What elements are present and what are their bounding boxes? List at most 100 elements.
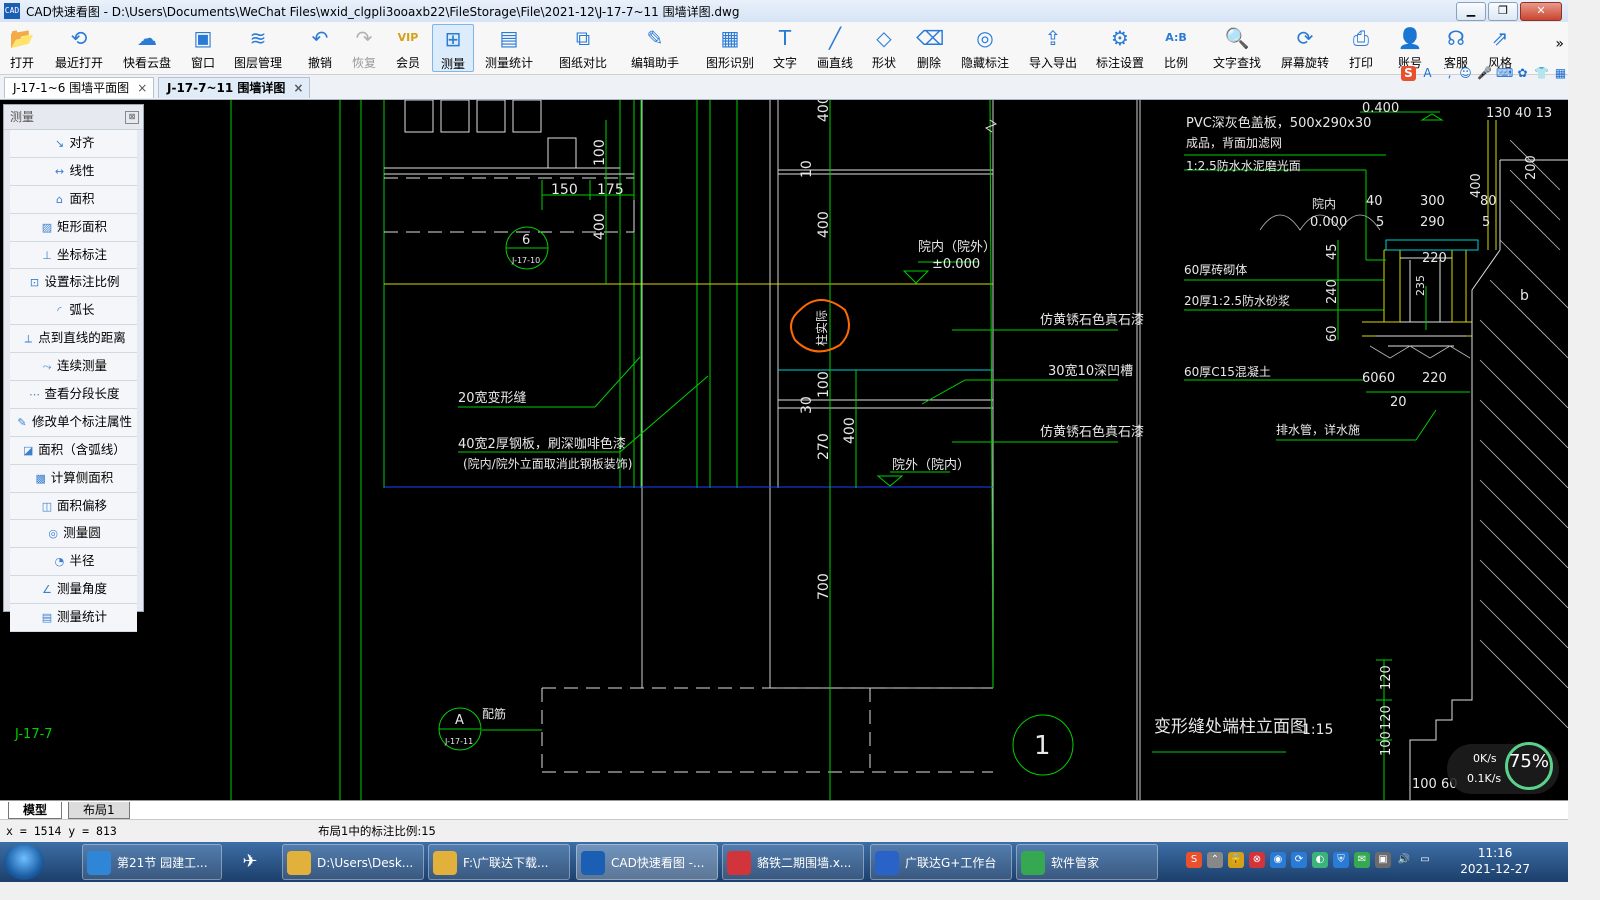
measure-tool-item[interactable]: ◎ 测量圆: [10, 520, 137, 549]
keyboard-icon[interactable]: ⌨: [1496, 66, 1513, 81]
display-icon[interactable]: ▭: [1417, 852, 1433, 868]
maximize-button[interactable]: ❐: [1488, 2, 1518, 21]
measure-tool-item[interactable]: ∠ 测量角度: [10, 576, 137, 605]
antivirus-icon[interactable]: ⊗: [1249, 852, 1265, 868]
pinned-app-foxmail-icon[interactable]: ✈: [230, 845, 270, 879]
measure-tool-label: 计算侧面积: [50, 469, 114, 485]
toolbar-label: 文字: [772, 56, 797, 70]
browser-tray-icon[interactable]: ◉: [1270, 852, 1286, 868]
toolbar-button-cloud[interactable]: ☁ 快看云盘: [118, 24, 176, 72]
toolbar-button-line[interactable]: ╱ 画直线: [812, 24, 858, 72]
measure-tool-item[interactable]: ▩ 计算侧面积: [10, 464, 137, 493]
measure-tool-item[interactable]: ⋯ 查看分段长度: [10, 381, 137, 409]
taskbar-task[interactable]: CAD快速看图 -...: [576, 844, 718, 880]
elevation-title: 变形缝处端柱立面图: [1154, 717, 1307, 737]
cad-drawing-canvas[interactable]: 400 10 400 100 150 175 400 100 30 270 40…: [0, 100, 1568, 800]
taskbar-task[interactable]: 貉铁二期围墙.x...: [722, 844, 864, 880]
tab-layout-1[interactable]: 布局1: [68, 802, 130, 819]
start-button[interactable]: [4, 844, 44, 880]
toolbar-button-text-search[interactable]: 🔍 文字查找: [1208, 24, 1266, 72]
tab-close-icon[interactable]: ×: [293, 81, 303, 95]
toolbar-button-import-export[interactable]: ⇪ 导入导出: [1024, 24, 1082, 72]
sogou-tray-icon[interactable]: S: [1186, 852, 1202, 868]
clock[interactable]: 11:16 2021-12-27: [1460, 845, 1530, 877]
toolbar-button-annotation-settings[interactable]: ⚙ 标注设置: [1092, 24, 1148, 72]
tab-close-icon[interactable]: ×: [137, 81, 147, 95]
minimize-button[interactable]: ▁: [1456, 2, 1486, 21]
shield-icon[interactable]: ⛨: [1333, 852, 1349, 868]
style-icon: ⇗: [1491, 26, 1509, 50]
toolbar-button-scale[interactable]: A:B 比例: [1156, 24, 1196, 72]
toolbar-button-shape-recognition[interactable]: ▦ 图形识别: [700, 24, 760, 72]
measure-tool-item[interactable]: ↔ 线性: [10, 157, 137, 186]
wechat-icon[interactable]: ✉: [1354, 852, 1370, 868]
measure-tool-item[interactable]: ⊡ 设置标注比例: [10, 269, 137, 298]
taskbar-task[interactable]: F:\广联达下载...: [428, 844, 570, 880]
toolbar-button-compare[interactable]: ⧉ 图纸对比: [554, 24, 612, 72]
toolbar-button-folder-open[interactable]: 📂 打开: [2, 24, 42, 72]
toolbar-button-eraser[interactable]: ⌫ 删除: [908, 24, 950, 72]
shirt-icon[interactable]: 👕: [1534, 66, 1549, 81]
toolbar-button-layers[interactable]: ≋ 图层管理: [228, 24, 288, 72]
grid-icon[interactable]: ▦: [1553, 66, 1568, 81]
measure-tool-item[interactable]: ↘ 对齐: [10, 130, 137, 158]
taskbar-task[interactable]: D:\Users\Desk...: [282, 844, 424, 880]
tab-model[interactable]: 模型: [8, 802, 63, 819]
taskbar-task[interactable]: 软件管家: [1016, 844, 1158, 880]
tray-arrow-icon[interactable]: ⌃: [1207, 852, 1223, 868]
cad-drawing[interactable]: 400 10 400 100 150 175 400 100 30 270 40…: [0, 100, 1568, 800]
toolbar-button-account[interactable]: 👤 账号: [1390, 24, 1430, 72]
level-bottom-label: 院外（院内）: [892, 457, 970, 473]
toolbar-button-undo[interactable]: ↶ 撤销: [300, 24, 340, 72]
measure-tool-item[interactable]: ⊥ 坐标标注: [10, 241, 137, 270]
toolbar-button-hide-annotation[interactable]: ◎ 隐藏标注: [956, 24, 1014, 72]
measure-tool-item[interactable]: ◔ 半径: [10, 548, 137, 577]
toolbar-button-text[interactable]: T 文字: [766, 24, 804, 72]
network-tray-icon[interactable]: ◐: [1312, 852, 1328, 868]
sogou-ime-icon[interactable]: S: [1401, 66, 1416, 81]
toolbar-button-shape[interactable]: ◇ 形状: [862, 24, 906, 72]
toolbar-button-support[interactable]: ☊ 客服: [1436, 24, 1476, 72]
toolbar-button-measure-stats[interactable]: ▤ 测量统计: [480, 24, 538, 72]
taskbar-task[interactable]: 广联达G+工作台: [870, 844, 1012, 880]
nvidia-icon[interactable]: ▣: [1375, 852, 1391, 868]
measure-tool-item[interactable]: ◜ 弧长: [10, 297, 137, 326]
measure-tool-item[interactable]: ▨ 矩形面积: [10, 213, 137, 242]
panel-pin-icon[interactable]: ⊠: [125, 111, 139, 124]
measure-tool-item[interactable]: ✎ 修改单个标注属性: [10, 408, 137, 437]
measure-tool-item[interactable]: ▤ 测量统计: [10, 604, 137, 633]
toolbar-button-edit-assistant[interactable]: ✎ 编辑助手: [626, 24, 684, 72]
toolbar-button-redo[interactable]: ↷ 恢复: [344, 24, 384, 72]
toolbar-label: 导入导出: [1028, 56, 1077, 70]
taskbar-task[interactable]: 第21节 园建工...: [82, 844, 222, 880]
measure-tool-item[interactable]: ◫ 面积偏移: [10, 492, 137, 521]
toolbar-button-measure[interactable]: ⊞ 测量: [432, 24, 474, 72]
emoji-icon[interactable]: ☺: [1458, 66, 1473, 81]
measure-panel-header: 测量 ⊠: [4, 105, 143, 130]
toolbar-button-print[interactable]: ⎙ 打印: [1342, 24, 1380, 72]
measure-tool-item[interactable]: ⌂ 面积: [10, 185, 137, 214]
ime-mode-icon[interactable]: A: [1420, 66, 1435, 81]
toolbar-more-button[interactable]: »: [1555, 36, 1564, 52]
toolbar-button-window[interactable]: ▣ 窗口: [184, 24, 222, 72]
skin-icon[interactable]: ✿: [1515, 66, 1530, 81]
toolbar-button-vip[interactable]: VIP 会员: [388, 24, 428, 72]
measure-tool-item[interactable]: ⟂ 点到直线的距离: [10, 325, 137, 354]
close-window-button[interactable]: ✕: [1520, 2, 1562, 21]
upload-speed: 0K/s: [1473, 752, 1497, 765]
sync-icon[interactable]: ⟳: [1291, 852, 1307, 868]
tab-detail-drawing[interactable]: J-17-7~11 围墙详图 ×: [158, 77, 310, 98]
measure-tool-icon: ⟂: [24, 332, 32, 346]
volume-icon[interactable]: 🔊: [1396, 852, 1412, 868]
measure-tool-item[interactable]: ⤳ 连续测量: [10, 353, 137, 382]
microphone-icon[interactable]: 🎤: [1477, 66, 1492, 81]
measure-tool-item[interactable]: ◪ 面积（含弧线）: [10, 436, 137, 465]
punctuation-icon[interactable]: ˙,: [1439, 66, 1454, 81]
lock-icon[interactable]: 🔒: [1228, 852, 1244, 868]
toolbar-button-rotate-screen[interactable]: ⟳ 屏幕旋转: [1276, 24, 1334, 72]
measure-icon: ⊞: [444, 27, 462, 51]
measure-tool-icon: ⌂: [55, 192, 63, 206]
toolbar-button-recent[interactable]: ⟲ 最近打开: [50, 24, 108, 72]
tab-plan-drawing[interactable]: J-17-1~6 围墙平面图 ×: [4, 77, 154, 98]
toolbar-button-style[interactable]: ⇗ 风格: [1480, 24, 1520, 72]
